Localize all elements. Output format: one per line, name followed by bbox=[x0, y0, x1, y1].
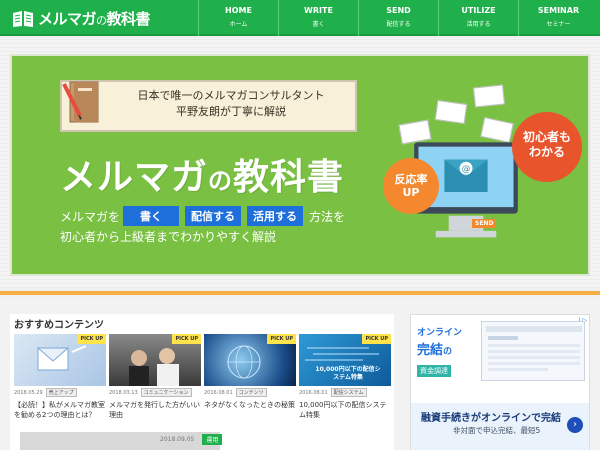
ad-description: 非対面で申込完結、最短5 bbox=[453, 426, 541, 435]
hero-banner[interactable]: 日本で唯一のメルマガコンサルタント 平野友朗が丁寧に解説 メルマガの教科書 メル… bbox=[10, 54, 590, 276]
card-date: 2016.08.01 bbox=[204, 389, 233, 396]
pickup-badge: PICK UP bbox=[267, 334, 296, 344]
card-title[interactable]: 【必読！】私がメルマガ教室を勧める2つの理由とは？ bbox=[14, 400, 106, 420]
chevron-right-icon[interactable]: › bbox=[567, 417, 583, 433]
hero-title: メルマガの教科書 bbox=[60, 157, 345, 198]
category-badge[interactable]: コミュニケーション bbox=[140, 388, 192, 397]
card-title[interactable]: 10,000円以下の配信システム特集 bbox=[299, 400, 391, 420]
pickup-badge: PICK UP bbox=[77, 334, 106, 344]
card-thumbnail[interactable]: 10,000円以下の配信システム特集 PICK UP bbox=[299, 334, 391, 386]
hero-tagline: メルマガを 書く 配信する 活用する 方法を bbox=[60, 206, 345, 226]
tag-send: 配信する bbox=[185, 206, 242, 226]
content-area: おすすめコンテンツ PICK UP 2018.05.29 売上アップ 【必読！】私… bbox=[0, 298, 600, 450]
site-header: メルマガの教科書 HOME ホーム WRITE 書く SEND 配信する UTILIZ… bbox=[0, 0, 600, 36]
card-title[interactable]: ネタがなくなったときの秘策 bbox=[204, 400, 296, 410]
hero-caption-box: 日本で唯一のメルマガコンサルタント 平野友朗が丁寧に解説 bbox=[60, 80, 357, 132]
envelope-icon bbox=[473, 84, 505, 108]
nav-seminar[interactable]: SEMINAR セミナー bbox=[518, 0, 598, 36]
pickup-badge: PICK UP bbox=[362, 334, 391, 344]
section-divider bbox=[0, 291, 600, 295]
article-card[interactable]: 10,000円以下の配信システム特集 PICK UP 2016.08.01 配信シ… bbox=[299, 334, 391, 420]
main-nav: HOME ホーム WRITE 書く SEND 配信する UTILIZE 活用する SEM… bbox=[198, 0, 598, 36]
hero-subtitle: 初心者から上級者までわかりやすく解説 bbox=[60, 230, 277, 244]
card-date: 2016.08.01 bbox=[299, 389, 328, 396]
ad-screenshot bbox=[481, 321, 585, 381]
article-date: 2018.09.05 bbox=[160, 436, 195, 443]
category-badge[interactable]: 売上アップ bbox=[45, 388, 77, 397]
badge-beginner: 初心者も わかる bbox=[512, 112, 582, 182]
nav-send[interactable]: SEND 配信する bbox=[358, 0, 438, 36]
category-badge[interactable]: 運用 bbox=[202, 434, 223, 445]
category-badge[interactable]: 配信システム bbox=[330, 388, 367, 397]
ad-line1: オンライン bbox=[417, 328, 463, 338]
card-date: 2018.03.13 bbox=[109, 389, 138, 396]
card-title[interactable]: メルマガを発行した方がいい理由 bbox=[109, 400, 201, 420]
ad-headline: 融資手続きがオンラインで完結 bbox=[421, 413, 561, 424]
category-badge[interactable]: コンテンツ bbox=[235, 388, 267, 397]
card-date: 2018.05.29 bbox=[14, 389, 43, 396]
article-card[interactable]: PICK UP 2018.05.29 売上アップ 【必読！】私がメルマガ教室を勧め… bbox=[14, 334, 106, 420]
card-thumbnail[interactable]: PICK UP bbox=[109, 334, 201, 386]
envelope-icon bbox=[434, 100, 468, 124]
ad-line3: 資金調達 bbox=[417, 365, 451, 377]
card-thumbnail[interactable]: PICK UP bbox=[204, 334, 296, 386]
hero-section: 日本で唯一のメルマガコンサルタント 平野友朗が丁寧に解説 メルマガの教科書 メル… bbox=[0, 38, 600, 288]
article-card[interactable]: PICK UP 2016.08.01 コンテンツ ネタがなくなったときの秘策 bbox=[204, 334, 296, 420]
tag-utilize: 活用する bbox=[247, 206, 304, 226]
card-list: PICK UP 2018.05.29 売上アップ 【必読！】私がメルマガ教室を勧め… bbox=[14, 334, 394, 420]
nav-utilize[interactable]: UTILIZE 活用する bbox=[438, 0, 518, 36]
book-icon bbox=[13, 10, 33, 27]
recommended-section: おすすめコンテンツ PICK UP 2018.05.29 売上アップ 【必読！】私… bbox=[10, 314, 394, 450]
nav-home[interactable]: HOME ホーム bbox=[198, 0, 278, 36]
site-logo[interactable]: メルマガの教科書 bbox=[12, 8, 151, 29]
pickup-badge: PICK UP bbox=[172, 334, 201, 344]
nav-write[interactable]: WRITE 書く bbox=[278, 0, 358, 36]
article-card[interactable]: PICK UP 2018.03.13 コミュニケーション メルマガを発行した方がい… bbox=[109, 334, 201, 420]
logo-title: メルマガの教科書 bbox=[38, 10, 151, 28]
send-button-illustration: SEND bbox=[472, 219, 497, 228]
svg-text:@: @ bbox=[462, 164, 471, 174]
tag-write: 書く bbox=[123, 206, 180, 226]
advertisement[interactable]: i ▷ オンライン 完結の 資金調達 融資手続きがオンラインで完結 非対面で申込… bbox=[410, 314, 590, 450]
section-title: おすすめコンテンツ bbox=[14, 320, 104, 331]
hero-caption-line2: 平野友朗が丁寧に解説 bbox=[176, 105, 286, 118]
article-meta: 2018.09.05 運用 bbox=[160, 434, 223, 445]
thumbnail-caption: 10,000円以下の配信システム特集 bbox=[315, 366, 381, 381]
card-thumbnail[interactable]: PICK UP bbox=[14, 334, 106, 386]
ad-line2: 完結の bbox=[417, 343, 453, 358]
notebook-pencil-icon bbox=[62, 81, 99, 123]
hero-caption-line1: 日本で唯一のメルマガコンサルタント bbox=[137, 89, 325, 102]
badge-response-up: 反応率 UP bbox=[383, 158, 439, 214]
